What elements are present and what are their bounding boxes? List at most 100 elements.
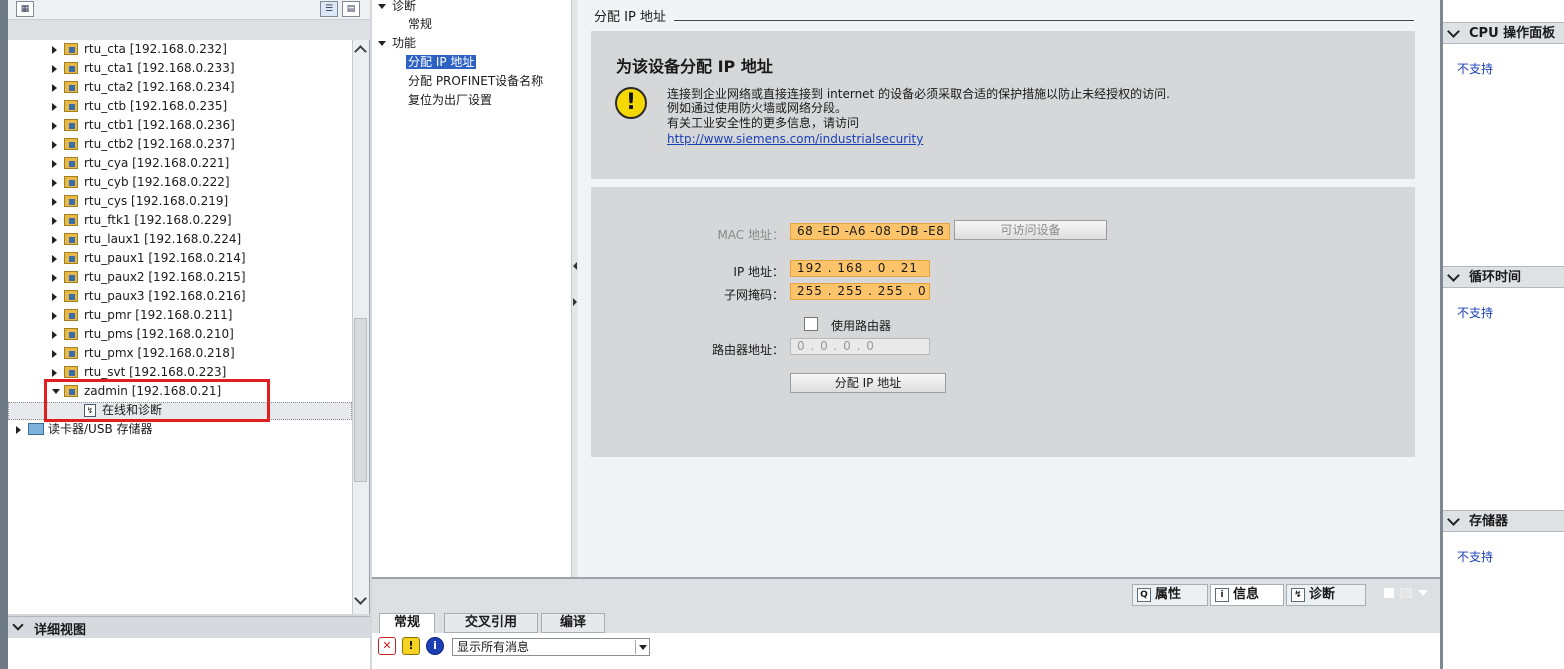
expand-arrow-icon[interactable] xyxy=(52,122,57,130)
ip-label: IP 地址： xyxy=(733,265,784,279)
memory-status: 不支持 xyxy=(1457,550,1494,564)
grid-view-icon[interactable]: ▤ xyxy=(342,1,360,17)
tree-item-label: rtu_cys [192.168.0.219] xyxy=(84,194,229,208)
nav-assign-profinet-name[interactable]: 分配 PROFINET设备名称 xyxy=(408,72,543,90)
tree-item-label: rtu_ftk1 [192.168.0.229] xyxy=(84,213,232,227)
info-icon: i xyxy=(1215,588,1229,602)
subtab-compile[interactable]: 编译 xyxy=(541,613,605,633)
inspector-window: Q 属性 i 信息 ↯ 诊断 常规 交叉引用 编译 ✕ ! i 显示所有消息 xyxy=(372,577,1440,669)
project-tree: ▦ ☰ ▤ rtu_cta [192.168.0.232] rtu_cta1 [1… xyxy=(8,0,370,614)
chevron-down-icon[interactable] xyxy=(1447,269,1460,282)
tree-view-icon[interactable]: ▦ xyxy=(16,1,34,17)
subnet-mask-field[interactable]: 255 . 255 . 255 . 0 xyxy=(790,283,930,300)
diagnostics-icon: ↯ xyxy=(1291,588,1305,602)
expand-arrow-icon[interactable] xyxy=(52,255,57,263)
nav-general[interactable]: 常规 xyxy=(408,15,432,33)
device-folder-icon xyxy=(64,309,78,321)
expand-arrow-icon[interactable] xyxy=(52,331,57,339)
tab-diagnostics[interactable]: ↯ 诊断 xyxy=(1286,584,1366,606)
router-address-field: 0 . 0 . 0 . 0 xyxy=(790,338,930,355)
window-layout-icon[interactable] xyxy=(1400,588,1412,598)
chevron-down-icon[interactable] xyxy=(1447,25,1460,38)
nav-factory-reset[interactable]: 复位为出厂设置 xyxy=(408,91,492,109)
device-folder-icon xyxy=(64,119,78,131)
collapse-arrow-icon[interactable] xyxy=(378,41,386,46)
tab-info[interactable]: i 信息 xyxy=(1210,584,1284,606)
memory-header[interactable]: 存储器 xyxy=(1443,510,1564,532)
expand-arrow-icon[interactable] xyxy=(52,160,57,168)
device-folder-icon xyxy=(64,233,78,245)
expand-arrow-icon[interactable] xyxy=(52,293,57,301)
tree-item-label: rtu_pmx [192.168.0.218] xyxy=(84,346,235,360)
collapse-left-icon[interactable] xyxy=(573,262,577,270)
expand-arrow-icon[interactable] xyxy=(52,236,57,244)
expand-arrow-icon[interactable] xyxy=(52,274,57,282)
subtab-general[interactable]: 常规 xyxy=(379,613,435,633)
tree-item-label: rtu_cta [192.168.0.232] xyxy=(84,42,227,56)
info-filter-icon[interactable]: i xyxy=(426,637,444,655)
device-folder-icon xyxy=(64,347,78,359)
expand-arrow-icon[interactable] xyxy=(52,103,57,111)
device-folder-icon xyxy=(64,81,78,93)
expand-arrow-icon[interactable] xyxy=(52,198,57,206)
expand-arrow-icon[interactable] xyxy=(52,350,57,358)
scroll-up-icon[interactable] xyxy=(354,45,367,58)
warning-title: 为该设备分配 IP 地址 xyxy=(616,57,773,76)
cycle-time-header[interactable]: 循环时间 xyxy=(1443,266,1564,288)
error-filter-icon[interactable]: ✕ xyxy=(378,637,396,655)
warning-text-line3: 有关工业安全性的更多信息，请访问 xyxy=(667,116,860,130)
expand-arrow-icon[interactable] xyxy=(52,46,57,54)
warning-icon: ! xyxy=(615,87,647,119)
message-filter-select[interactable]: 显示所有消息 xyxy=(452,638,650,656)
main-content: 分配 IP 地址 为该设备分配 IP 地址 ! 连接到企业网络或直接连接到 in… xyxy=(578,0,1440,577)
properties-icon: Q xyxy=(1137,588,1151,602)
online-tools-pane: CPU 操作面板 不支持 循环时间 不支持 存储器 不支持 xyxy=(1440,0,1564,669)
nav-assign-ip[interactable]: 分配 IP 地址 xyxy=(406,53,477,71)
cpu-panel-header[interactable]: CPU 操作面板 xyxy=(1443,22,1564,44)
expand-arrow-icon[interactable] xyxy=(52,217,57,225)
warning-filter-icon[interactable]: ! xyxy=(402,637,420,655)
ip-form-box: MAC 地址： 68 -ED -A6 -08 -DB -E8 可访问设备 IP … xyxy=(591,187,1415,457)
detail-view-header[interactable]: 详细视图 xyxy=(8,616,370,638)
security-warning-box: 为该设备分配 IP 地址 ! 连接到企业网络或直接连接到 internet 的设… xyxy=(591,31,1415,179)
expand-arrow-icon[interactable] xyxy=(52,141,57,149)
list-view-icon[interactable]: ☰ xyxy=(320,1,338,17)
device-folder-icon xyxy=(64,328,78,340)
device-folder-icon xyxy=(64,43,78,55)
window-restore-icon[interactable] xyxy=(1384,588,1394,598)
chevron-down-icon[interactable] xyxy=(1447,513,1460,526)
device-folder-icon xyxy=(64,271,78,283)
expand-arrow-icon[interactable] xyxy=(52,312,57,320)
tab-properties[interactable]: Q 属性 xyxy=(1132,584,1208,606)
tree-toolbar: ▦ ☰ ▤ xyxy=(8,0,370,20)
collapsed-sidebar-strip[interactable] xyxy=(0,0,8,669)
expand-arrow-icon[interactable] xyxy=(52,65,57,73)
router-label: 路由器地址： xyxy=(711,343,784,357)
expand-arrow-icon[interactable] xyxy=(52,179,57,187)
expand-right-icon[interactable] xyxy=(573,298,577,306)
tree-item-label: rtu_ctb2 [192.168.0.237] xyxy=(84,137,235,151)
select-arrow-icon[interactable] xyxy=(635,640,649,654)
expand-arrow-icon[interactable] xyxy=(16,426,21,434)
tree-item-label: rtu_cta1 [192.168.0.233] xyxy=(84,61,235,75)
tree-item-label: rtu_ctb [192.168.0.235] xyxy=(84,99,228,113)
cycle-time-status: 不支持 xyxy=(1457,306,1494,320)
use-router-checkbox[interactable] xyxy=(804,317,818,331)
tree-item-label: rtu_paux3 [192.168.0.216] xyxy=(84,289,246,303)
scrollbar-thumb[interactable] xyxy=(354,318,367,482)
ip-address-field[interactable]: 192 . 168 . 0 . 21 xyxy=(790,260,930,277)
device-folder-icon xyxy=(64,157,78,169)
device-folder-icon xyxy=(64,290,78,302)
assign-ip-button[interactable]: 分配 IP 地址 xyxy=(790,373,946,393)
accessible-devices-button[interactable]: 可访问设备 xyxy=(954,220,1107,240)
scroll-down-icon[interactable] xyxy=(354,592,367,605)
chevron-down-icon[interactable] xyxy=(12,619,24,631)
subtab-cross-reference[interactable]: 交叉引用 xyxy=(444,613,538,633)
security-link[interactable]: http://www.siemens.com/industrialsecurit… xyxy=(667,132,923,146)
expand-arrow-icon[interactable] xyxy=(52,84,57,92)
collapse-arrow-icon[interactable] xyxy=(378,4,386,9)
expand-arrow-icon[interactable] xyxy=(52,369,57,377)
dropdown-arrow-icon[interactable] xyxy=(1418,590,1428,596)
device-folder-icon xyxy=(64,176,78,188)
tree-item-label: rtu_paux2 [192.168.0.215] xyxy=(84,270,246,284)
